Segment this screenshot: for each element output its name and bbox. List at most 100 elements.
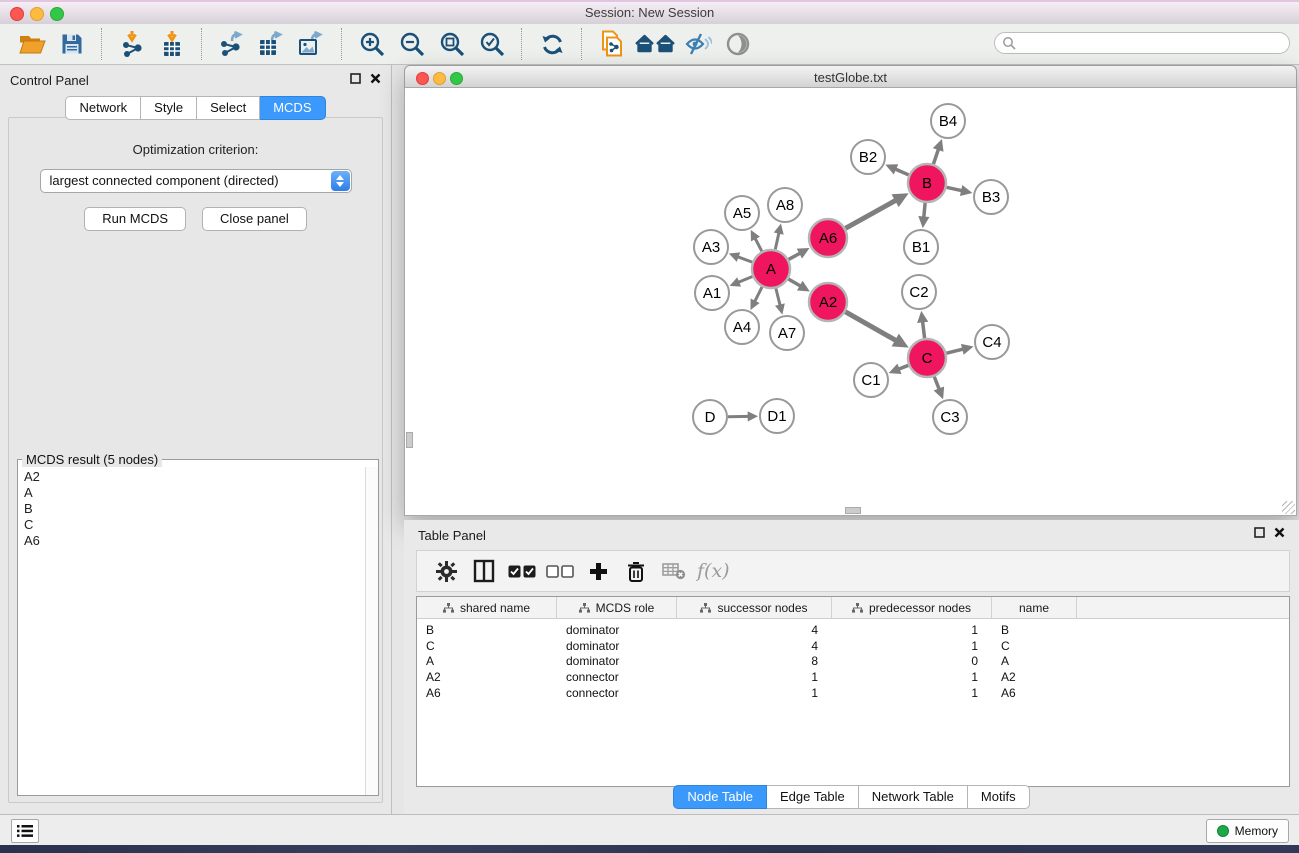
graph-node-B4[interactable]: B4 (931, 104, 965, 138)
column-header-MCDS-role[interactable]: MCDS role (557, 597, 677, 618)
graph-edge-D-D1[interactable] (728, 411, 758, 421)
graph-edge-A-A8[interactable] (774, 224, 784, 250)
graph-node-B[interactable]: B (908, 164, 946, 202)
table-row[interactable]: Cdominator41C (417, 638, 1289, 654)
add-column-icon[interactable] (579, 556, 617, 586)
mcds-result-list[interactable]: A2ABCA6 (19, 469, 365, 793)
graph-node-D[interactable]: D (693, 400, 727, 434)
graph-node-A1[interactable]: A1 (695, 276, 729, 310)
search-input[interactable] (1020, 35, 1289, 51)
float-table-panel-icon[interactable] (1254, 527, 1265, 538)
graph-node-C2[interactable]: C2 (902, 275, 936, 309)
graph-edge-B-B4[interactable] (933, 139, 944, 164)
tab-node-table[interactable]: Node Table (673, 785, 767, 809)
node-table[interactable]: shared nameMCDS rolesuccessor nodesprede… (416, 596, 1290, 787)
tab-style[interactable]: Style (141, 96, 197, 120)
graph-node-A6[interactable]: A6 (809, 219, 847, 257)
tab-select[interactable]: Select (197, 96, 260, 120)
graph-edge-B-B1[interactable] (918, 203, 929, 228)
graph-edge-C-C1[interactable] (889, 364, 909, 374)
graph-edge-A-A2[interactable] (788, 279, 810, 291)
task-history-button[interactable] (11, 819, 39, 843)
show-all-icon[interactable] (718, 28, 758, 60)
tab-network[interactable]: Network (65, 96, 141, 120)
column-header-predecessor-nodes[interactable]: predecessor nodes (832, 597, 992, 618)
column-header-successor-nodes[interactable]: successor nodes (677, 597, 832, 618)
deselect-all-icon[interactable] (541, 556, 579, 586)
tab-mcds[interactable]: MCDS (260, 96, 325, 120)
result-item-a[interactable]: A (19, 485, 365, 501)
graph-node-A5[interactable]: A5 (725, 196, 759, 230)
table-row[interactable]: Adominator80A (417, 654, 1289, 670)
network-canvas[interactable]: B4 B2 B B3 A5 A8A6 B1 A3 A A1 C2 A2 A4 A7 C4 C C1 C3 D D1 (404, 88, 1297, 516)
graph-node-A8[interactable]: A8 (768, 188, 802, 222)
criterion-dropdown[interactable]: largest connected component (directed) (40, 169, 352, 193)
table-settings-icon[interactable] (427, 556, 465, 586)
tab-motifs[interactable]: Motifs (968, 785, 1030, 809)
column-header-name[interactable]: name (992, 597, 1077, 618)
zoom-fit-icon[interactable] (432, 28, 472, 60)
canvas-vertical-scroll-thumb[interactable] (406, 432, 413, 448)
graph-node-A3[interactable]: A3 (694, 230, 728, 264)
result-item-a6[interactable]: A6 (19, 533, 365, 549)
table-row[interactable]: A6connector11A6 (417, 685, 1289, 701)
graph-edge-C-C3[interactable] (934, 377, 944, 400)
graph-node-C[interactable]: C (908, 339, 946, 377)
export-network-icon[interactable] (212, 28, 252, 60)
delete-table-icon[interactable] (655, 556, 693, 586)
table-row[interactable]: Bdominator41B (417, 622, 1289, 638)
refresh-icon[interactable] (532, 28, 572, 60)
graph-node-B1[interactable]: B1 (904, 230, 938, 264)
table-row[interactable]: A2connector11A2 (417, 669, 1289, 685)
network-graph[interactable]: B4 B2 B B3 A5 A8A6 B1 A3 A A1 C2 A2 A4 A7 C4 C C1 C3 D D1 (405, 88, 1296, 514)
show-columns-icon[interactable] (465, 556, 503, 586)
graph-node-B3[interactable]: B3 (974, 180, 1008, 214)
tab-edge-table[interactable]: Edge Table (767, 785, 859, 809)
window-resize-grip[interactable] (1282, 501, 1295, 514)
run-mcds-button[interactable]: Run MCDS (84, 207, 186, 231)
close-panel-button[interactable]: Close panel (202, 207, 307, 231)
open-file-icon[interactable] (12, 28, 52, 60)
graph-node-C1[interactable]: C1 (854, 363, 888, 397)
export-table-icon[interactable] (252, 28, 292, 60)
select-all-icon[interactable] (503, 556, 541, 586)
graph-edge-B-B2[interactable] (885, 164, 908, 175)
import-table-icon[interactable] (152, 28, 192, 60)
graph-edge-A-A6[interactable] (789, 248, 810, 259)
float-panel-icon[interactable] (350, 73, 361, 84)
clone-network-icon[interactable] (592, 28, 632, 60)
graph-edge-A2-C[interactable] (845, 312, 908, 348)
graph-edge-A6-B[interactable] (845, 193, 908, 228)
export-image-icon[interactable] (292, 28, 332, 60)
graph-node-A[interactable]: A (752, 250, 790, 288)
memory-button[interactable]: Memory (1206, 819, 1289, 843)
graph-node-B2[interactable]: B2 (851, 140, 885, 174)
canvas-horizontal-scroll-thumb[interactable] (845, 507, 861, 514)
graph-node-A2[interactable]: A2 (809, 283, 847, 321)
graph-edge-A-A1[interactable] (730, 277, 753, 287)
hide-selected-icon[interactable] (678, 28, 718, 60)
graph-edge-A-A4[interactable] (750, 287, 762, 310)
result-item-b[interactable]: B (19, 501, 365, 517)
function-builder-icon[interactable]: f(x) (697, 560, 730, 582)
graph-node-A4[interactable]: A4 (725, 310, 759, 344)
zoom-out-icon[interactable] (392, 28, 432, 60)
save-session-icon[interactable] (52, 28, 92, 60)
zoom-in-icon[interactable] (352, 28, 392, 60)
graph-node-D1[interactable]: D1 (760, 399, 794, 433)
column-header-shared-name[interactable]: shared name (417, 597, 557, 618)
first-neighbors-icon[interactable] (632, 28, 678, 60)
graph-node-C4[interactable]: C4 (975, 325, 1009, 359)
graph-edge-B-B3[interactable] (947, 185, 973, 196)
graph-edge-A-A5[interactable] (751, 230, 762, 251)
delete-column-icon[interactable] (617, 556, 655, 586)
graph-node-C3[interactable]: C3 (933, 400, 967, 434)
table-header-row[interactable]: shared nameMCDS rolesuccessor nodesprede… (417, 597, 1289, 619)
result-item-c[interactable]: C (19, 517, 365, 533)
graph-edge-A-A3[interactable] (729, 252, 752, 262)
result-scrollbar[interactable] (365, 467, 378, 795)
search-field[interactable] (994, 32, 1290, 54)
close-table-panel-icon[interactable] (1274, 527, 1285, 538)
network-window-titlebar[interactable]: testGlobe.txt (404, 65, 1297, 88)
graph-node-A7[interactable]: A7 (770, 316, 804, 350)
